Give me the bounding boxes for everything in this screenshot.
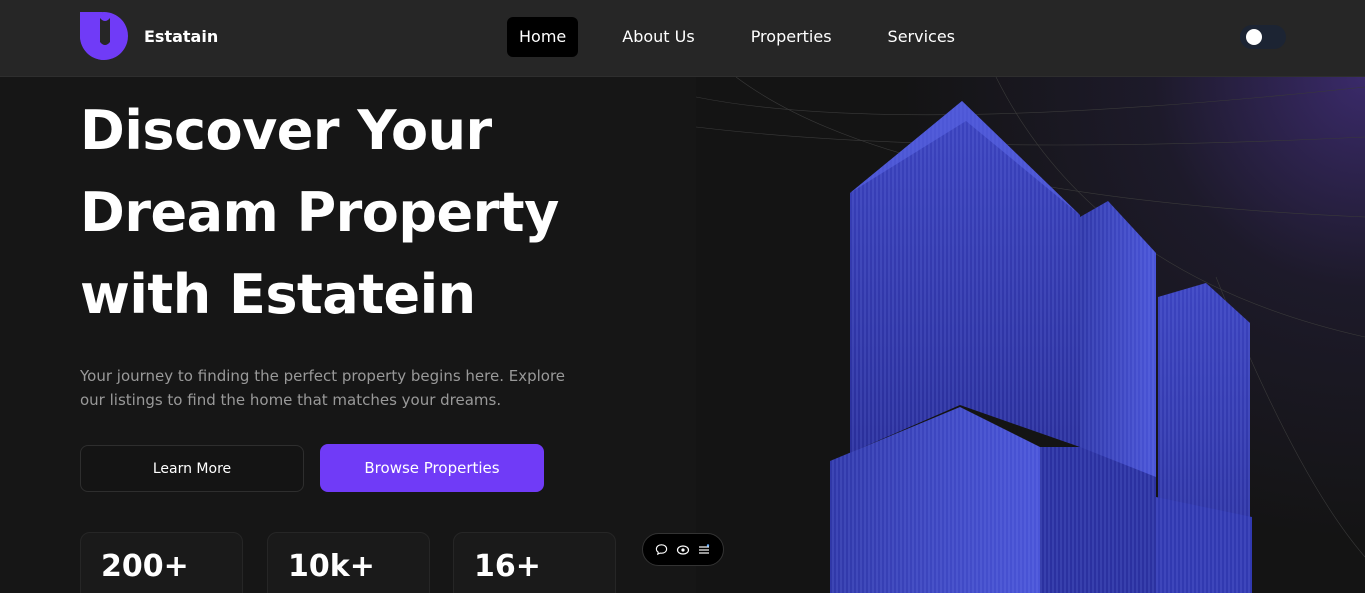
comment-icon[interactable] bbox=[655, 543, 669, 557]
logo-icon bbox=[80, 12, 128, 60]
site-header: Estatain Home About Us Properties Servic… bbox=[0, 0, 1365, 77]
stat-value: 16+ bbox=[474, 549, 541, 584]
stat-value: 10k+ bbox=[288, 549, 375, 584]
hero-subtitle: Your journey to finding the perfect prop… bbox=[80, 367, 566, 409]
stat-card: 10k+ bbox=[267, 532, 430, 593]
brand-name: Estatain bbox=[144, 26, 219, 46]
building-illustration bbox=[696, 77, 1365, 593]
menu-icon[interactable] bbox=[697, 543, 711, 557]
browse-properties-button[interactable]: Browse Properties bbox=[320, 444, 544, 492]
theme-toggle[interactable] bbox=[1240, 25, 1286, 49]
hero-image bbox=[696, 77, 1365, 593]
nav-about-us[interactable]: About Us bbox=[610, 17, 706, 57]
floating-toolbar bbox=[642, 533, 724, 566]
main-nav: Home About Us Properties Services bbox=[507, 17, 987, 57]
nav-properties[interactable]: Properties bbox=[739, 17, 844, 57]
toggle-knob bbox=[1246, 29, 1262, 45]
nav-services[interactable]: Services bbox=[876, 17, 967, 57]
stat-card: 16+ bbox=[453, 532, 616, 593]
learn-more-button[interactable]: Learn More bbox=[80, 445, 304, 492]
stat-card: 200+ bbox=[80, 532, 243, 593]
hero-title: Discover Your Dream Property with Estate… bbox=[80, 99, 559, 326]
eye-icon[interactable] bbox=[676, 543, 690, 557]
logo-link[interactable]: Estatain bbox=[80, 12, 218, 60]
stat-value: 200+ bbox=[101, 549, 189, 584]
nav-home[interactable]: Home bbox=[507, 17, 579, 57]
